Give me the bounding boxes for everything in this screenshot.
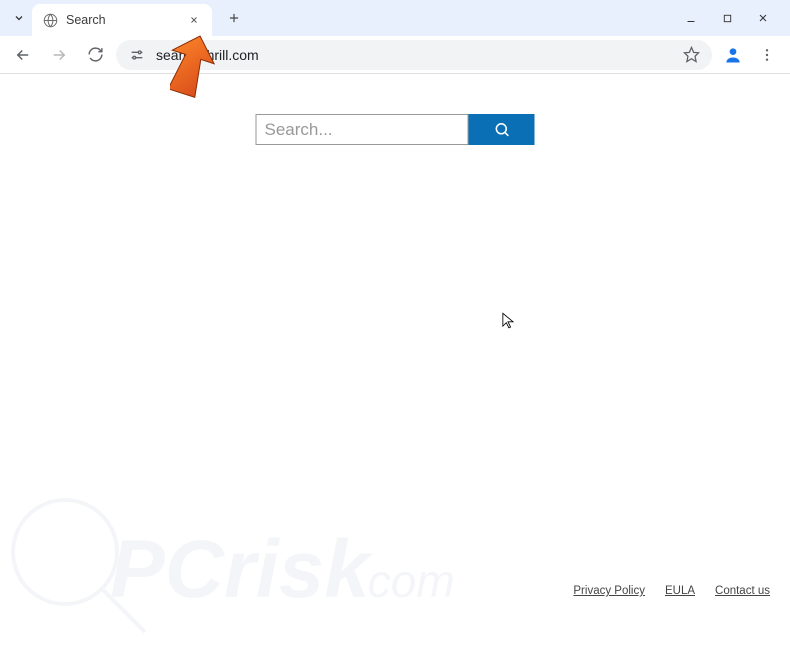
search-input[interactable]: [256, 114, 469, 145]
svg-text:.com: .com: [355, 555, 455, 607]
tabs-dropdown-button[interactable]: [6, 5, 32, 31]
bookmark-button[interactable]: [682, 46, 700, 64]
browser-tab[interactable]: Search: [32, 4, 212, 36]
tab-close-button[interactable]: [186, 12, 202, 28]
tab-bar: Search: [0, 0, 790, 36]
tab-title: Search: [66, 13, 178, 27]
watermark-logo: PCrisk .com: [0, 457, 460, 667]
profile-button[interactable]: [718, 40, 748, 70]
close-icon: [189, 15, 199, 25]
reload-button[interactable]: [80, 40, 110, 70]
page-content: Privacy Policy EULA Contact us PCrisk .c…: [0, 74, 790, 607]
globe-icon: [42, 12, 58, 28]
maximize-button[interactable]: [712, 3, 742, 33]
arrow-left-icon: [14, 46, 32, 64]
footer-links: Privacy Policy EULA Contact us: [573, 585, 770, 597]
new-tab-button[interactable]: [220, 4, 248, 32]
browser-chrome: Search: [0, 0, 790, 74]
dots-vertical-icon: [759, 47, 775, 63]
eula-link[interactable]: EULA: [665, 585, 695, 597]
search-button[interactable]: [469, 114, 535, 145]
close-window-button[interactable]: [748, 3, 778, 33]
search-icon: [493, 121, 510, 138]
window-controls: [676, 3, 784, 33]
maximize-icon: [722, 13, 733, 24]
menu-button[interactable]: [752, 40, 782, 70]
url-text: search-thrill.com: [156, 47, 672, 63]
close-icon: [757, 12, 769, 24]
privacy-link[interactable]: Privacy Policy: [573, 585, 645, 597]
forward-button[interactable]: [44, 40, 74, 70]
browser-toolbar: search-thrill.com: [0, 36, 790, 74]
chevron-down-icon: [13, 12, 25, 24]
plus-icon: [227, 11, 241, 25]
mouse-cursor-icon: [502, 312, 514, 330]
back-button[interactable]: [8, 40, 38, 70]
minimize-icon: [685, 12, 697, 24]
tune-icon: [129, 47, 145, 63]
address-bar[interactable]: search-thrill.com: [116, 40, 712, 70]
site-info-button[interactable]: [128, 46, 146, 64]
arrow-right-icon: [50, 46, 68, 64]
star-icon: [683, 46, 700, 63]
minimize-button[interactable]: [676, 3, 706, 33]
reload-icon: [87, 46, 104, 63]
search-form: [256, 114, 535, 145]
svg-text:PCrisk: PCrisk: [110, 524, 374, 615]
person-icon: [723, 45, 743, 65]
contact-link[interactable]: Contact us: [715, 585, 770, 597]
